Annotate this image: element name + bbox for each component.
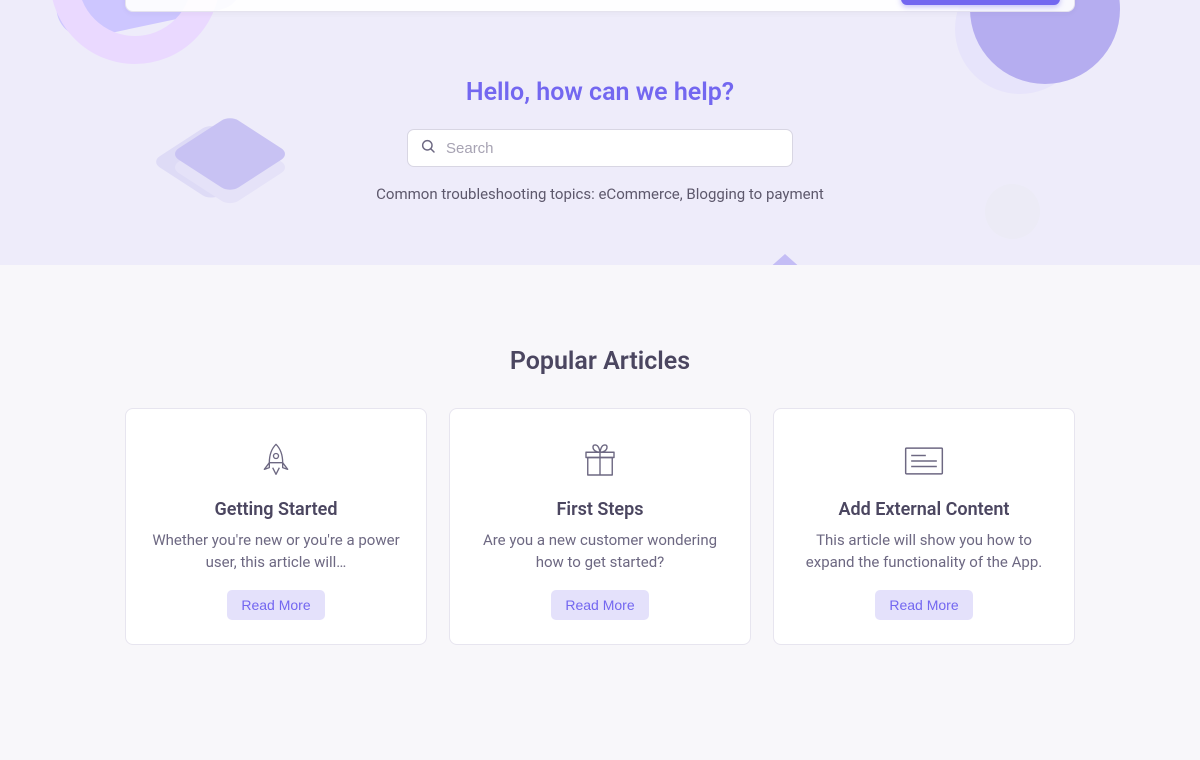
decor-circle-small <box>985 184 1040 239</box>
theme-toggle[interactable] <box>847 0 883 3</box>
article-card: First Steps Are you a new customer wonde… <box>449 408 751 645</box>
decor-triangle <box>740 254 830 265</box>
decor-cube <box>170 115 290 193</box>
card-title: First Steps <box>474 499 726 520</box>
cards-row: Getting Started Whether you're new or yo… <box>125 408 1075 645</box>
card-desc: Are you a new customer wondering how to … <box>474 530 726 574</box>
gift-icon <box>474 437 726 485</box>
search-input-wrap[interactable] <box>407 129 793 167</box>
read-more-button[interactable]: Read More <box>551 590 648 620</box>
read-more-button[interactable]: Read More <box>875 590 972 620</box>
article-card: Add External Content This article will s… <box>773 408 1075 645</box>
card-title: Getting Started <box>150 499 402 520</box>
articles-section: Popular Articles Getting Started Whether… <box>0 265 1200 705</box>
purchase-button[interactable]: Purchase Now <box>901 0 1060 5</box>
card-desc: Whether you're new or you're a power use… <box>150 530 402 574</box>
card-title: Add External Content <box>798 499 1050 520</box>
search-icon <box>420 138 436 158</box>
read-more-button[interactable]: Read More <box>227 590 324 620</box>
search-input[interactable] <box>446 140 780 157</box>
articles-title: Popular Articles <box>125 347 1075 376</box>
navbar: Vuexy Home Features Team FAQ Contact us … <box>125 0 1075 12</box>
card-desc: This article will show you how to expand… <box>798 530 1050 574</box>
article-icon <box>798 437 1050 485</box>
hero-section: Hello, how can we help? Common troublesh… <box>0 0 1200 265</box>
article-card: Getting Started Whether you're new or yo… <box>125 408 427 645</box>
rocket-icon <box>150 437 402 485</box>
